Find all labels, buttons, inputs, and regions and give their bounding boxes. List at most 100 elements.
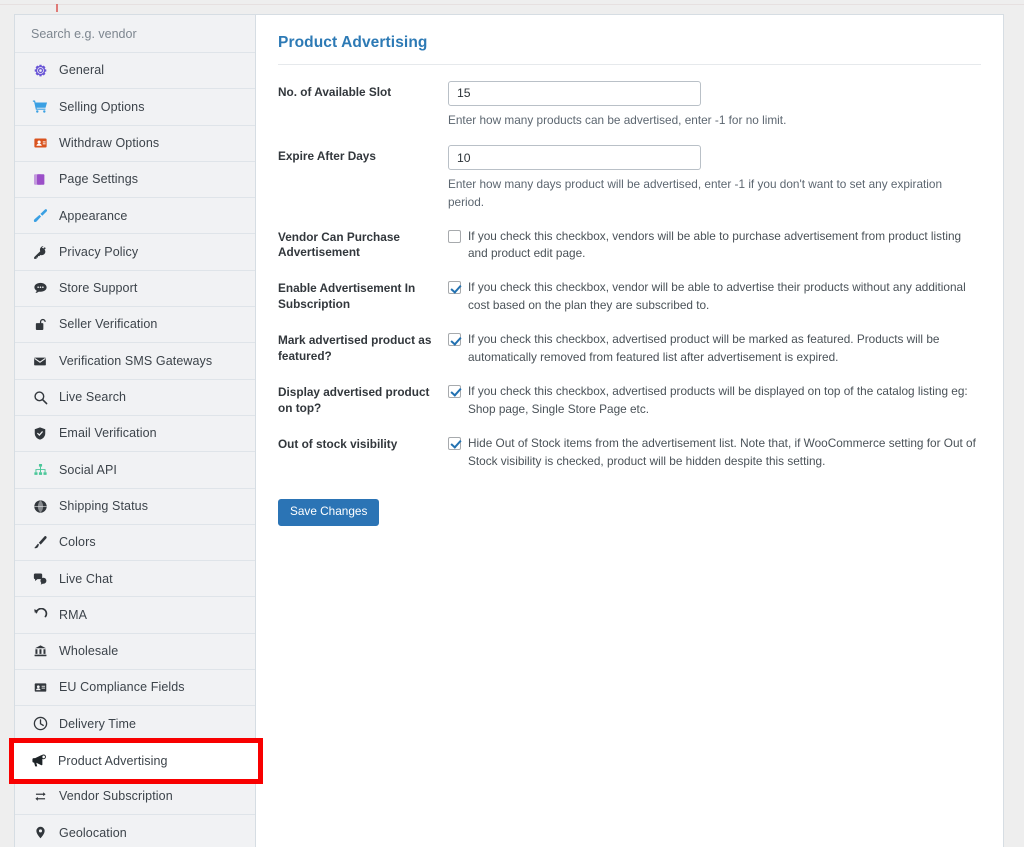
sidebar-item-rma[interactable]: RMA	[15, 597, 255, 633]
field-control: Hide Out of Stock items from the adverti…	[448, 435, 981, 471]
checkbox[interactable]	[448, 437, 461, 450]
field-label: Out of stock visibility	[278, 435, 448, 453]
field-label: No. of Available Slot	[278, 81, 448, 101]
shield-icon	[31, 426, 49, 442]
field-label: Expire After Days	[278, 145, 448, 165]
sidebar-item-label: Vendor Subscription	[59, 790, 173, 803]
text-input[interactable]	[448, 145, 701, 170]
sidebar-item-general[interactable]: General	[15, 53, 255, 89]
field-control: If you check this checkbox, vendor will …	[448, 279, 981, 315]
field-label: Enable Advertisement In Subscription	[278, 279, 448, 312]
settings-sidebar: General Selling Options Withdraw Options Pa…	[14, 14, 256, 847]
text-input[interactable]	[448, 81, 701, 106]
app-root: General Selling Options Withdraw Options Pa…	[0, 0, 1024, 847]
sidebar-item-appearance[interactable]: Appearance	[15, 198, 255, 234]
checkbox-description: If you check this checkbox, advertised p…	[468, 383, 981, 419]
envelope-icon	[31, 353, 49, 369]
sidebar-item-verification-sms-gateways[interactable]: Verification SMS Gateways	[15, 343, 255, 379]
sidebar-item-page-settings[interactable]: Page Settings	[15, 162, 255, 198]
sidebar-item-label: Email Verification	[59, 427, 157, 440]
sidebar-item-product-advertising[interactable]: Product Advertising	[14, 743, 258, 779]
checkbox-description: If you check this checkbox, advertised p…	[468, 331, 981, 367]
sidebar-item-privacy-policy[interactable]: Privacy Policy	[15, 234, 255, 270]
sidebar-item-seller-verification[interactable]: Seller Verification	[15, 307, 255, 343]
top-red-tick	[56, 4, 58, 12]
form-row: Out of stock visibility Hide Out of Stock…	[278, 435, 981, 471]
field-control: If you check this checkbox, vendors will…	[448, 228, 981, 264]
checkbox-description: Hide Out of Stock items from the adverti…	[468, 435, 981, 471]
checkbox-line: If you check this checkbox, advertised p…	[448, 383, 981, 419]
sidebar-item-selling-options[interactable]: Selling Options	[15, 89, 255, 125]
form-row: Mark advertised product as featured? If y…	[278, 331, 981, 367]
save-changes-button[interactable]: Save Changes	[278, 499, 379, 526]
sidebar-item-label: Seller Verification	[59, 318, 157, 331]
form-row: Display advertised product on top? If you…	[278, 383, 981, 419]
sidebar-item-store-support[interactable]: Store Support	[15, 271, 255, 307]
sidebar-item-geolocation[interactable]: Geolocation	[15, 815, 255, 847]
search-input[interactable]	[31, 27, 239, 41]
sidebar-item-label: Withdraw Options	[59, 137, 159, 150]
sidebar-item-label: EU Compliance Fields	[59, 681, 185, 694]
sidebar-item-label: RMA	[59, 609, 87, 622]
sidebar-item-wholesale[interactable]: Wholesale	[15, 634, 255, 670]
sitemap-icon	[31, 462, 49, 478]
chat-bubble-icon	[31, 280, 49, 296]
sidebar-search[interactable]	[15, 15, 255, 53]
checkbox-line: Hide Out of Stock items from the adverti…	[448, 435, 981, 471]
sidebar-item-label: Live Search	[59, 391, 126, 404]
sidebar-item-live-chat[interactable]: Live Chat	[15, 561, 255, 597]
field-help-text: Enter how many products can be advertise…	[448, 112, 981, 130]
field-control: If you check this checkbox, advertised p…	[448, 331, 981, 367]
sidebar-item-withdraw-options[interactable]: Withdraw Options	[15, 126, 255, 162]
sidebar-item-label: Colors	[59, 536, 96, 549]
checkbox[interactable]	[448, 230, 461, 243]
form-row: Vendor Can Purchase AdvertisementIf you …	[278, 228, 981, 264]
sidebar-item-label: Geolocation	[59, 827, 127, 840]
gear-icon	[31, 63, 49, 79]
sidebar-item-shipping-status[interactable]: Shipping Status	[15, 489, 255, 525]
unlock-padlock-icon	[31, 317, 49, 333]
settings-content: Product Advertising No. of Available Slo…	[256, 14, 1004, 847]
magnifier-icon	[31, 389, 49, 405]
clock-icon	[31, 716, 49, 732]
checkbox-line: If you check this checkbox, vendors will…	[448, 228, 981, 264]
title-divider	[278, 64, 981, 65]
key-icon	[31, 244, 49, 260]
globe-icon	[31, 498, 49, 514]
settings-form: No. of Available SlotEnter how many prod…	[278, 81, 981, 471]
sidebar-item-label: Verification SMS Gateways	[59, 355, 212, 368]
undo-arrow-icon	[31, 607, 49, 623]
wholesale-icon	[31, 643, 49, 659]
withdraw-card-icon	[31, 135, 49, 151]
sidebar-item-eu-compliance-fields[interactable]: EU Compliance Fields	[15, 670, 255, 706]
map-pin-icon	[31, 825, 49, 841]
field-label: Display advertised product on top?	[278, 383, 448, 416]
sidebar-item-label: Store Support	[59, 282, 137, 295]
sidebar-item-email-verification[interactable]: Email Verification	[15, 416, 255, 452]
id-card-icon	[31, 680, 49, 696]
sidebar-item-label: General	[59, 64, 104, 77]
field-help-text: Enter how many days product will be adve…	[448, 176, 981, 211]
brush-icon	[31, 535, 49, 551]
sidebar-item-label: Product Advertising	[58, 755, 168, 768]
sidebar-item-social-api[interactable]: Social API	[15, 452, 255, 488]
checkbox-line: If you check this checkbox, advertised p…	[448, 331, 981, 367]
form-row: No. of Available SlotEnter how many prod…	[278, 81, 981, 130]
checkbox[interactable]	[448, 385, 461, 398]
checkbox[interactable]	[448, 333, 461, 346]
pages-icon	[31, 172, 49, 188]
field-control: Enter how many days product will be adve…	[448, 145, 981, 211]
top-divider	[0, 4, 1024, 5]
field-label: Mark advertised product as featured?	[278, 331, 448, 364]
sidebar-item-colors[interactable]: Colors	[15, 525, 255, 561]
sidebar-item-vendor-subscription[interactable]: Vendor Subscription	[15, 779, 255, 815]
sidebar-item-label: Selling Options	[59, 101, 145, 114]
sidebar-item-label: Privacy Policy	[59, 246, 138, 259]
sidebar-item-live-search[interactable]: Live Search	[15, 380, 255, 416]
sidebar-item-label: Page Settings	[59, 173, 138, 186]
field-control: If you check this checkbox, advertised p…	[448, 383, 981, 419]
sidebar-item-delivery-time[interactable]: Delivery Time	[15, 706, 255, 742]
checkbox[interactable]	[448, 281, 461, 294]
sidebar-item-label: Delivery Time	[59, 718, 136, 731]
checkbox-line: If you check this checkbox, vendor will …	[448, 279, 981, 315]
